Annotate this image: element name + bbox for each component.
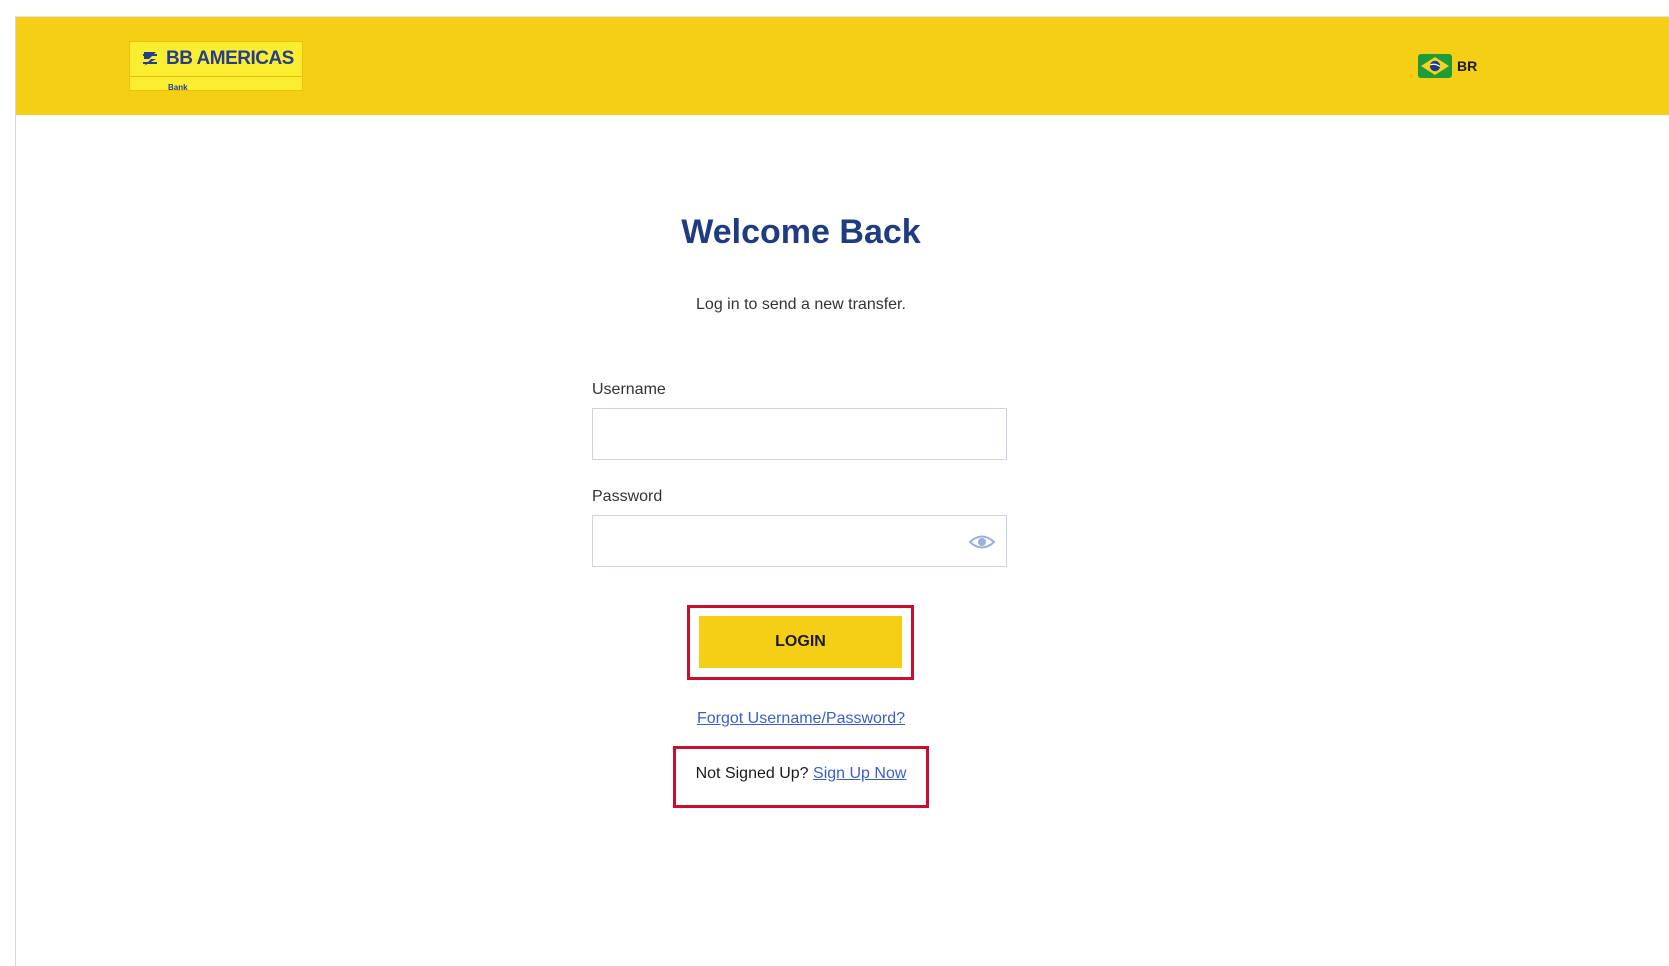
username-input[interactable] (593, 409, 1006, 459)
password-label: Password (592, 488, 663, 505)
page-frame: BB AMERICAS Bank BR Welcome Back Log in … (15, 16, 1669, 966)
bb-americas-logo[interactable]: BB AMERICAS Bank (129, 41, 303, 92)
eye-icon[interactable] (968, 532, 996, 552)
page-subtitle: Log in to send a new transfer. (696, 296, 906, 313)
bb-logo-icon (143, 52, 157, 66)
language-label: BR (1457, 58, 1478, 74)
brazil-flag-icon (1418, 54, 1452, 78)
language-selector[interactable]: BR (1418, 54, 1477, 78)
login-button[interactable]: LOGIN (699, 616, 902, 668)
top-header: BB AMERICAS Bank BR (16, 17, 1669, 115)
sign-up-now-link[interactable]: Sign Up Now (813, 765, 906, 782)
username-field-wrapper (592, 408, 1007, 460)
signup-row: Not Signed Up? Sign Up Now (16, 765, 1586, 783)
forgot-credentials-row: Forgot Username/Password? (16, 710, 1586, 728)
logo-top-band: BB AMERICAS (130, 42, 302, 76)
logo-text: BB AMERICAS (166, 48, 294, 69)
logo-bottom-band: Bank (130, 76, 302, 92)
signup-prompt: Not Signed Up? (695, 765, 809, 782)
logo-subtext: Bank (168, 83, 188, 92)
password-field-wrapper (592, 515, 1007, 567)
username-label: Username (592, 381, 666, 398)
password-input[interactable] (593, 516, 1006, 566)
forgot-username-password-link[interactable]: Forgot Username/Password? (697, 710, 905, 727)
page-title: Welcome Back (681, 213, 921, 251)
